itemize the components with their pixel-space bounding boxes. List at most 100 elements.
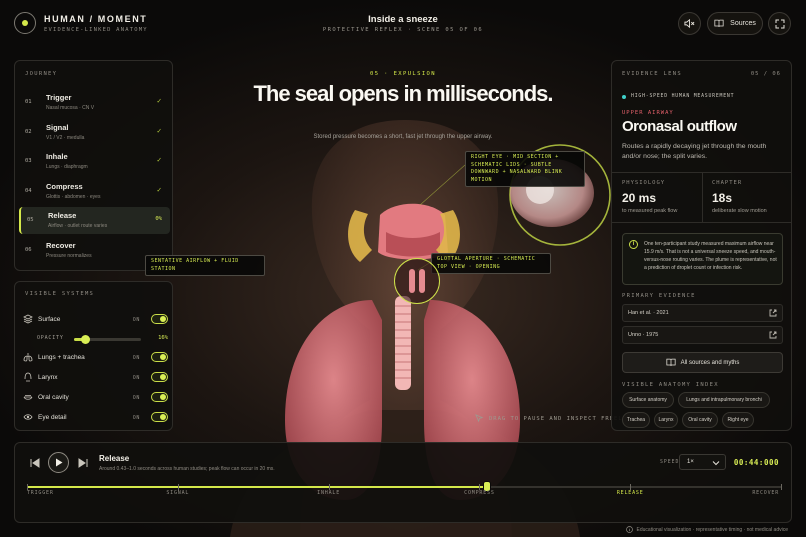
stats-divider: [702, 173, 703, 223]
journey-step-compress[interactable]: 04 Compress Glottis · abdomen · eyes ✓: [19, 178, 170, 205]
previous-scene-button[interactable]: [29, 457, 41, 469]
sources-button-label: Sources: [730, 20, 756, 27]
evidence-note: i One ten-participant study measured max…: [622, 233, 783, 285]
measurement-tag-text: HIGH-SPEED HUMAN MEASUREMENT: [631, 94, 735, 99]
systems-label: VISIBLE SYSTEMS: [25, 291, 95, 297]
eye-icon: [23, 414, 33, 420]
speaker-mute-icon: [684, 18, 695, 29]
drag-hint: DRAG TO PAUSE AND INSPECT FREELY: [475, 414, 627, 423]
system-toggle[interactable]: [151, 412, 168, 422]
stat-physiology-sub: to measured peak flow: [622, 208, 678, 214]
step-number: 03: [25, 158, 32, 164]
measurement-tag: HIGH-SPEED HUMAN MEASUREMENT: [622, 94, 734, 99]
step-subtitle: Airflow · outlet route varies: [48, 223, 108, 229]
step-title: Signal: [46, 122, 69, 132]
evidence-note-text: One ten-participant study measured maxim…: [644, 241, 777, 271]
evidence-label: EVIDENCE LENS: [622, 71, 682, 77]
opacity-slider[interactable]: [74, 335, 141, 344]
pause-icon-bar: [419, 269, 425, 293]
step-subtitle: Glottis · abdomen · eyes: [46, 193, 101, 200]
journey-step-inhale[interactable]: 03 Inhale Lungs · diaphragm ✓: [19, 148, 170, 175]
system-toggle-row[interactable]: Oral cavity ON: [23, 392, 168, 406]
step-title: Inhale: [46, 152, 68, 161]
system-label: Lungs + trachea: [38, 354, 85, 361]
chevron-down-icon: [712, 461, 720, 466]
pause-glottis-button[interactable]: [394, 258, 440, 304]
journey-step-signal[interactable]: 02 Signal V1 / V2 · medulla ✓: [19, 119, 170, 146]
step-number: 01: [25, 99, 32, 105]
evidence-description: Routes a rapidly decaying jet through th…: [622, 143, 767, 160]
system-label: Oral cavity: [38, 394, 69, 401]
measurement-dot-icon: [622, 94, 626, 99]
timeline-phase-signal[interactable]: SIGNAL: [166, 490, 189, 496]
opacity-label: OPACITY: [37, 335, 64, 341]
anatomy-chip[interactable]: Lungs and intrapulmonary bronchi: [678, 392, 770, 408]
evidence-count: 05 / 06: [750, 71, 781, 77]
system-toggle[interactable]: [151, 352, 168, 362]
journey-step-release[interactable]: 05 Release Airflow · outlet route varies 0%: [19, 207, 170, 234]
anatomy-chip[interactable]: Trachea: [622, 412, 650, 428]
system-toggle[interactable]: [151, 314, 168, 324]
system-state: ON: [132, 395, 140, 401]
system-toggle[interactable]: [151, 392, 168, 402]
system-toggle[interactable]: [151, 372, 168, 382]
check-icon: ✓: [156, 98, 162, 105]
system-toggle-row[interactable]: Lungs + trachea ON: [23, 352, 168, 366]
opacity-slider-thumb[interactable]: [80, 335, 90, 344]
system-toggle-row[interactable]: Larynx ON: [23, 372, 168, 386]
speed-select[interactable]: 1×: [679, 454, 726, 470]
layers-icon: [23, 314, 33, 324]
timeline-phase-compress[interactable]: COMPRESS: [464, 490, 494, 496]
source-link[interactable]: Unno · 1975: [622, 326, 783, 344]
check-icon: ✓: [156, 186, 162, 194]
anatomy-chip[interactable]: Larynx: [654, 412, 678, 428]
all-sources-button[interactable]: All sources and myths: [622, 352, 783, 373]
footer-disclaimer: Educational visualization · representati…: [625, 526, 788, 533]
cursor-icon: [475, 414, 484, 423]
book-icon: [714, 19, 724, 27]
primary-evidence-label: PRIMARY EVIDENCE: [622, 293, 696, 299]
expand-button[interactable]: [768, 12, 791, 35]
source-name: Han et al. · 2021: [628, 310, 669, 316]
journey-step-trigger[interactable]: 01 Trigger Nasal mucosa · CN V ✓: [19, 89, 170, 116]
callout-glottal-aperture[interactable]: GLOTTAL APERTURE · SCHEMATIC TOP VIEW · …: [431, 253, 551, 274]
source-link[interactable]: Han et al. · 2021: [622, 304, 783, 322]
timeline-progress: [27, 486, 487, 488]
system-toggle-row[interactable]: Eye detail ON: [23, 412, 168, 426]
timeline-phase-recover[interactable]: RECOVER: [752, 490, 779, 496]
evidence-kicker: UPPER AIRWAY: [622, 110, 674, 116]
evidence-title: Oronasal outflow: [622, 118, 737, 135]
timeline-scrubber[interactable]: [27, 481, 782, 492]
evidence-lens-panel: EVIDENCE LENS 05 / 06 HIGH-SPEED HUMAN M…: [611, 60, 792, 431]
journey-panel: JOURNEY 01 Trigger Nasal mucosa · CN V ✓ 02 S…: [14, 60, 173, 271]
sources-button[interactable]: Sources: [707, 12, 763, 35]
info-icon: [625, 526, 633, 533]
step-subtitle: Pressure normalizes: [46, 252, 92, 259]
play-button[interactable]: [48, 452, 69, 473]
next-scene-button[interactable]: [77, 457, 89, 469]
step-number: 05: [27, 217, 34, 223]
transport-title: Release: [99, 454, 130, 463]
system-toggle-row[interactable]: Surface ON: [23, 314, 168, 328]
play-icon: [55, 458, 62, 467]
source-name: Unno · 1975: [628, 332, 659, 338]
system-label: Surface: [38, 316, 61, 323]
check-icon: ✓: [156, 157, 162, 164]
visible-systems-panel: VISIBLE SYSTEMS Surface ON Lungs + trachea…: [14, 281, 173, 431]
anatomy-chip[interactable]: Surface anatomy: [622, 392, 674, 408]
system-label: Larynx: [38, 374, 58, 381]
stat-chapter-label: CHAPTER: [712, 180, 743, 186]
larynx-icon: [24, 372, 32, 382]
mute-button[interactable]: [678, 12, 701, 35]
callout-right-eye[interactable]: RIGHT EYE · MID SECTION + SCHEMATIC LIDS…: [465, 151, 585, 187]
timeline-phase-release[interactable]: RELEASE: [617, 490, 644, 496]
anatomy-chip[interactable]: Right eye: [722, 412, 754, 428]
system-state: ON: [132, 355, 140, 361]
callout-airflow[interactable]: SENTATIVE AIRFLOW + FLUID STATION: [145, 255, 265, 276]
timeline-phase-inhale[interactable]: INHALE: [317, 490, 340, 496]
anatomy-chip[interactable]: Oral cavity: [682, 412, 718, 428]
speed-label: SPEED: [660, 460, 680, 465]
drag-hint-text: DRAG TO PAUSE AND INSPECT FREELY: [489, 415, 627, 422]
mouth-icon: [23, 395, 33, 400]
timeline-phase-trigger[interactable]: TRIGGER: [27, 490, 54, 496]
